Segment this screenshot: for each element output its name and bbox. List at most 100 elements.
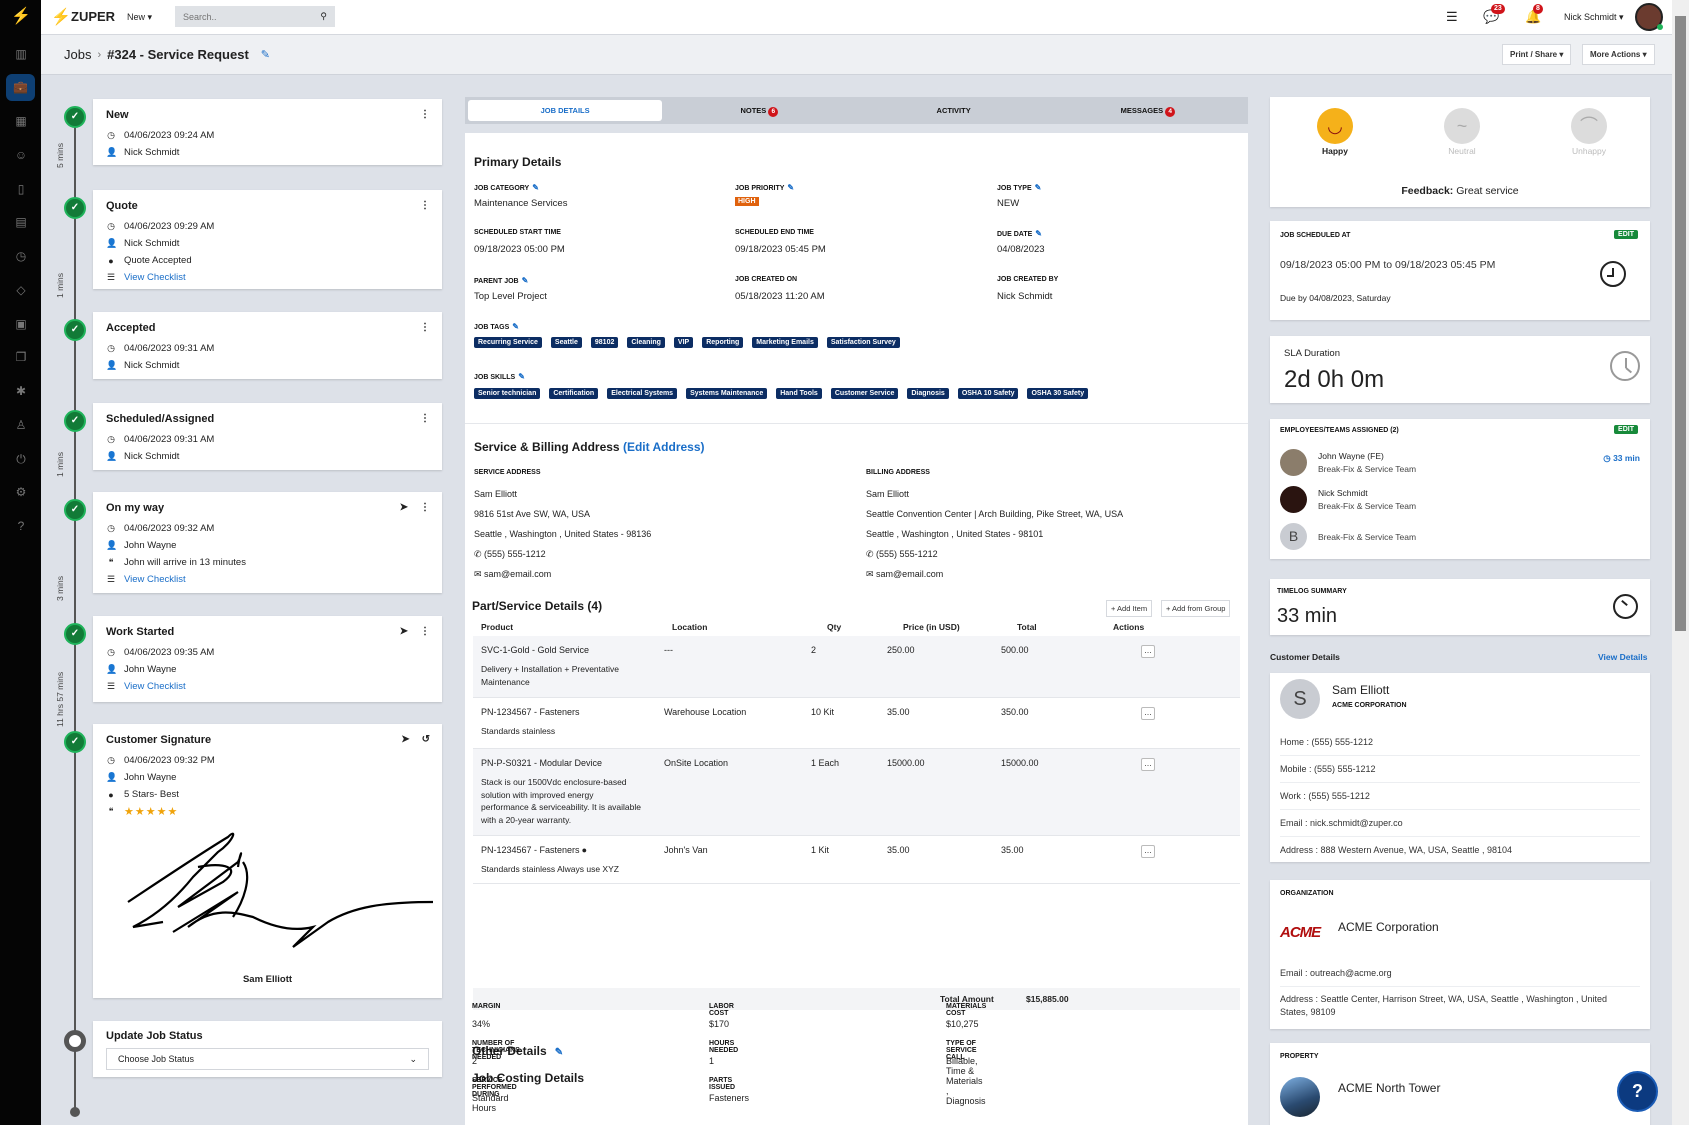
more-options-icon[interactable]: ⋮ [420, 200, 430, 211]
edit-field-icon[interactable]: ✎ [1035, 183, 1042, 192]
customers-icon[interactable]: ☺ [10, 144, 32, 166]
calendar-icon[interactable]: ▦ [10, 110, 32, 132]
add-item-button[interactable]: + Add Item [1106, 600, 1153, 617]
edit-tags-icon[interactable]: ✎ [512, 322, 519, 331]
documents-icon[interactable]: ❐ [10, 346, 32, 368]
total-amount: $15,885.00 [1026, 994, 1069, 1004]
more-actions-button[interactable]: More Actions ▾ [1582, 44, 1655, 65]
edit-schedule-button[interactable]: EDIT [1614, 230, 1638, 239]
row-actions-button[interactable]: … [1141, 758, 1155, 771]
assignee-team: Break-Fix & Service Team [1318, 501, 1417, 511]
scrollbar-thumb[interactable] [1675, 16, 1686, 631]
new-menu[interactable]: New ▾ [127, 12, 152, 23]
calculator-icon[interactable]: ▣ [10, 313, 32, 335]
job-status-select[interactable]: Choose Job Status ⌄ [106, 1048, 429, 1070]
edit-title-icon[interactable]: ✎ [261, 48, 270, 61]
column-header: Total [1017, 622, 1037, 632]
location-arrow-icon[interactable]: ➤ [400, 502, 408, 513]
organization-name[interactable]: ACME Corporation [1338, 920, 1439, 934]
view-checklist-link[interactable]: View Checklist [124, 574, 186, 585]
timelog-card: TIMELOG SUMMARY 33 min [1270, 579, 1650, 635]
location-arrow-icon[interactable]: ➤ [401, 734, 409, 745]
row-actions-button[interactable]: … [1141, 707, 1155, 720]
feedback-unhappy-icon[interactable]: ⌒ [1571, 108, 1607, 144]
help-icon[interactable]: ? [10, 515, 32, 537]
edit-field-icon[interactable]: ✎ [532, 183, 539, 192]
feedback-happy-icon[interactable]: ◡ [1317, 108, 1353, 144]
list-view-icon[interactable]: ☰ [1446, 9, 1458, 25]
view-checklist-link[interactable]: View Checklist [124, 681, 186, 692]
edit-field-icon[interactable]: ✎ [1035, 229, 1042, 238]
field-value[interactable]: Top Level Project [474, 291, 547, 302]
power-icon[interactable]: ⏻ [10, 448, 32, 470]
more-options-icon[interactable]: ⋮ [420, 109, 430, 120]
job-tags-list: Recurring Service Seattle 98102 Cleaning VIP… [474, 337, 900, 348]
clock-icon [1600, 261, 1626, 287]
breadcrumb-jobs[interactable]: Jobs [64, 47, 91, 62]
settings-icon[interactable]: ⚙ [10, 481, 32, 503]
user-icon: 👤 [106, 772, 118, 782]
clock-icon[interactable]: ◷ [10, 245, 32, 267]
user-icon: 👤 [106, 238, 118, 248]
invoice-icon[interactable]: ▯ [10, 178, 32, 200]
feedback-unhappy-label: Unhappy [1571, 146, 1607, 156]
integrations-icon[interactable]: ✱ [10, 380, 32, 402]
tab-job-details[interactable]: JOB DETAILS [468, 100, 663, 121]
feedback-neutral-icon[interactable]: ~ [1444, 108, 1480, 144]
user-icon[interactable]: ♙ [10, 414, 32, 436]
costing-value: 1 [709, 1056, 715, 1066]
add-from-group-button[interactable]: + Add from Group [1161, 600, 1231, 617]
search-icon[interactable]: ⚲ [320, 11, 327, 22]
job-scheduled-label: JOB SCHEDULED AT [1280, 232, 1351, 239]
print-share-button[interactable]: Print / Share ▾ [1502, 44, 1572, 65]
dashboard-icon[interactable]: ▥ [10, 43, 32, 65]
map-icon[interactable]: ▤ [10, 211, 32, 233]
undo-icon[interactable]: ↺ [422, 734, 430, 745]
location-arrow-icon[interactable]: ➤ [400, 626, 408, 637]
page-scrollbar[interactable] [1672, 0, 1689, 1125]
billing-address-line1: Seattle Convention Center | Arch Buildin… [866, 509, 1124, 519]
jobs-icon[interactable]: 💼 [6, 74, 35, 101]
property-label: PROPERTY [1280, 1053, 1319, 1060]
zuper-logo-icon[interactable]: ⚡ [10, 6, 32, 28]
help-chat-button[interactable]: ? [1617, 1071, 1658, 1112]
view-checklist-link[interactable]: View Checklist [124, 272, 186, 283]
property-name[interactable]: ACME North Tower [1338, 1081, 1440, 1095]
edit-skills-icon[interactable]: ✎ [518, 372, 525, 381]
more-options-icon[interactable]: ⋮ [420, 322, 430, 333]
billing-email-link[interactable]: ✉ sam@email.com [866, 569, 943, 580]
edit-address-link[interactable]: (Edit Address) [623, 440, 705, 454]
info-icon: ● [108, 789, 114, 800]
tab-notes[interactable]: NOTES 6 [662, 100, 856, 121]
due-date-link[interactable]: Due by 04/08/2023, Saturday [1280, 293, 1391, 303]
billing-phone-link[interactable]: ✆ (555) 555-1212 [866, 549, 938, 560]
service-phone-link[interactable]: ✆ (555) 555-1212 [474, 549, 546, 560]
service-email-link[interactable]: ✉ sam@email.com [474, 569, 551, 580]
assignee-name[interactable]: John Wayne (FE) [1318, 451, 1384, 461]
tab-label: MESSAGES [1120, 106, 1164, 115]
edit-assigned-button[interactable]: EDIT [1614, 425, 1638, 434]
product-name: PN-1234567 - Fasteners [481, 707, 580, 717]
search-input[interactable] [183, 11, 303, 22]
assignee-name[interactable]: Nick Schmidt [1318, 488, 1368, 498]
search-box[interactable]: ⚲ [175, 6, 335, 27]
customer-name[interactable]: Sam Elliott [1332, 683, 1389, 697]
tab-activity[interactable]: ACTIVITY [857, 100, 1051, 121]
costing-value: 2 [472, 1056, 478, 1066]
tag-icon[interactable]: ◇ [10, 279, 32, 301]
view-customer-details-link[interactable]: View Details [1598, 652, 1647, 662]
more-options-icon[interactable]: ⋮ [420, 413, 430, 424]
edit-field-icon[interactable]: ✎ [787, 183, 794, 192]
more-options-icon[interactable]: ⋮ [420, 626, 430, 637]
more-options-icon[interactable]: ⋮ [420, 502, 430, 513]
app-logo[interactable]: ZUPER [71, 9, 115, 24]
user-menu[interactable]: Nick Schmidt ▾ [1564, 12, 1624, 23]
edit-field-icon[interactable]: ✎ [522, 276, 529, 285]
tab-messages[interactable]: MESSAGES 4 [1051, 100, 1245, 121]
job-skill: Senior technician [474, 388, 541, 399]
tab-label: NOTES [740, 106, 767, 115]
row-actions-button[interactable]: … [1141, 845, 1155, 858]
status-title: Customer Signature [106, 734, 212, 746]
row-actions-button[interactable]: … [1141, 645, 1155, 658]
edit-other-details-icon[interactable]: ✎ [555, 1047, 563, 1058]
